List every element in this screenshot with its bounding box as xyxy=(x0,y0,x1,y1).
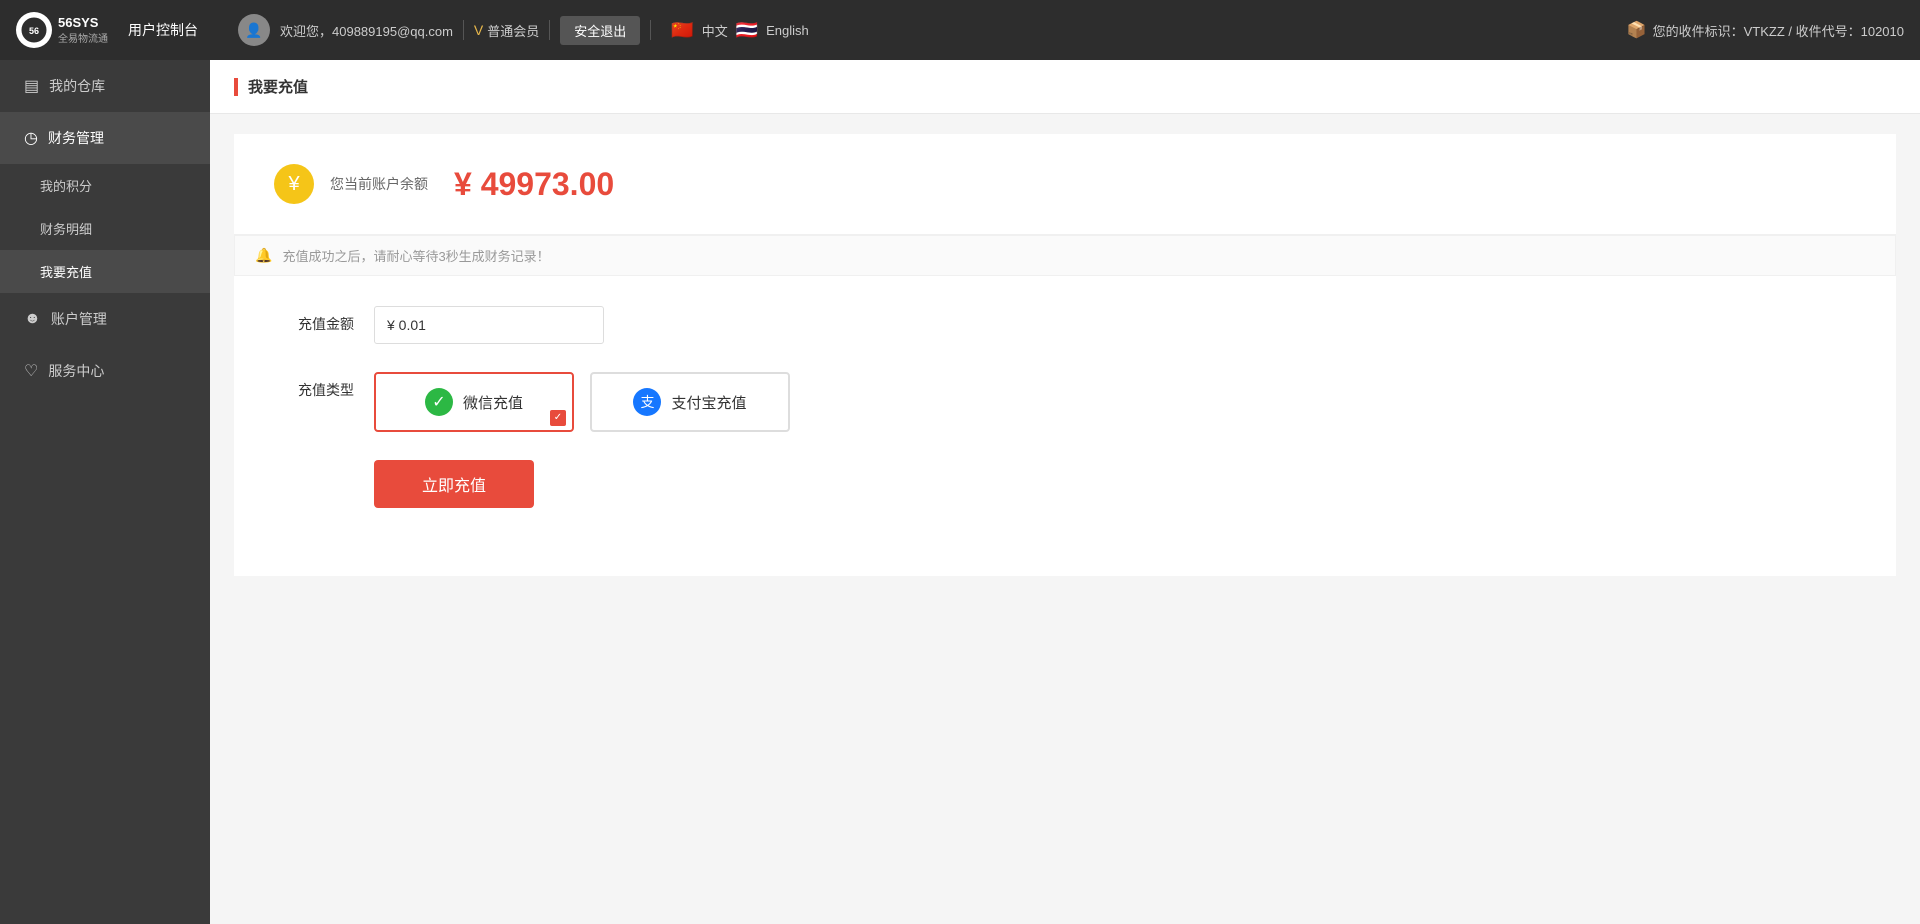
title-bar-accent xyxy=(234,78,238,96)
sidebar-sub-recharge[interactable]: 我要充值 xyxy=(0,250,210,293)
lang-en-label[interactable]: English xyxy=(766,23,809,38)
alipay-label: 支付宝充值 xyxy=(671,392,746,413)
content-area: 我要充值 ¥ 您当前账户余额 ¥ 49973.00 🔔 充值成功之后，请耐心等待… xyxy=(210,60,1920,924)
form-area: 充值金额 充值类型 ✓ 微信充值 支 支付宝充值 xyxy=(234,276,1896,576)
alipay-icon: 支 xyxy=(633,388,661,416)
logo-text-group: 56SYS 全易物流通 xyxy=(58,15,108,45)
points-label: 我的积分 xyxy=(40,176,92,195)
submit-spacer xyxy=(274,460,354,468)
notice-text: 充值成功之后，请耐心等待3秒生成财务记录！ xyxy=(282,246,549,265)
package-icon: 📦 xyxy=(1627,20,1647,40)
flag-en[interactable]: 🇹🇭 xyxy=(736,20,758,41)
logo-circle: 56 xyxy=(16,12,52,48)
header-right: 📦 您的收件标识：VTKZZ / 收件代号：102010 xyxy=(1627,20,1904,40)
member-badge: V 普通会员 xyxy=(474,21,539,40)
submit-button[interactable]: 立即充值 xyxy=(374,460,534,508)
logo-main-text: 56SYS xyxy=(58,15,108,30)
divider-1 xyxy=(463,20,464,40)
language-section: 🇨🇳 中文 🇹🇭 English xyxy=(671,20,809,41)
payment-options: ✓ 微信充值 支 支付宝充值 xyxy=(374,372,790,432)
sidebar-finance-label: 财务管理 xyxy=(48,128,104,148)
amount-row: 充值金额 xyxy=(274,306,1856,344)
sidebar-item-service[interactable]: ♡ 服务中心 xyxy=(0,345,210,397)
finance-icon: ◷ xyxy=(24,128,38,148)
account-icon: ☻ xyxy=(24,310,41,328)
sidebar-account-label: 账户管理 xyxy=(51,309,107,329)
wechat-icon: ✓ xyxy=(425,388,453,416)
logo-sub-text: 全易物流通 xyxy=(58,30,108,45)
sidebar: ▤ 我的仓库 ◷ 财务管理 我的积分 财务明细 我要充值 ☻ 账户管理 ♡ 服务… xyxy=(0,60,210,924)
divider-3 xyxy=(650,20,651,40)
wechat-pay-option[interactable]: ✓ 微信充值 xyxy=(374,372,574,432)
notice-icon: 🔔 xyxy=(255,247,272,264)
balance-card: ¥ 您当前账户余额 ¥ 49973.00 xyxy=(234,134,1896,235)
sidebar-service-label: 服务中心 xyxy=(48,361,104,381)
logo-icon: 56 xyxy=(20,16,48,44)
control-panel-title: 用户控制台 xyxy=(128,20,198,40)
package-info: 您的收件标识：VTKZZ / 收件代号：102010 xyxy=(1653,21,1904,40)
user-section: 👤 欢迎您，409889195@qq.com xyxy=(238,14,453,46)
warehouse-icon: ▤ xyxy=(24,76,39,96)
header: 56 56SYS 全易物流通 用户控制台 👤 欢迎您，409889195@qq.… xyxy=(0,0,1920,60)
coin-icon: ¥ xyxy=(274,164,314,204)
logo: 56 56SYS 全易物流通 xyxy=(16,12,108,48)
sidebar-sub-statement[interactable]: 财务明细 xyxy=(0,207,210,250)
page-title: 我要充值 xyxy=(248,76,308,97)
payment-type-row: 充值类型 ✓ 微信充值 支 支付宝充值 xyxy=(274,372,1856,432)
sidebar-warehouse-label: 我的仓库 xyxy=(49,76,105,96)
balance-label: 您当前账户余额 xyxy=(330,174,428,194)
lang-zh-label[interactable]: 中文 xyxy=(702,21,728,40)
page-header: 我要充值 xyxy=(210,60,1920,114)
main-layout: ▤ 我的仓库 ◷ 财务管理 我的积分 财务明细 我要充值 ☻ 账户管理 ♡ 服务… xyxy=(0,60,1920,924)
notice-bar: 🔔 充值成功之后，请耐心等待3秒生成财务记录！ xyxy=(234,235,1896,276)
member-icon: V xyxy=(474,22,483,38)
sidebar-item-account[interactable]: ☻ 账户管理 xyxy=(0,293,210,345)
divider-2 xyxy=(549,20,550,40)
avatar: 👤 xyxy=(238,14,270,46)
logout-button[interactable]: 安全退出 xyxy=(560,16,640,45)
member-label: 普通会员 xyxy=(487,21,539,40)
statement-label: 财务明细 xyxy=(40,219,92,238)
submit-row: 立即充值 xyxy=(274,460,1856,508)
amount-input[interactable] xyxy=(374,306,604,344)
service-icon: ♡ xyxy=(24,361,38,381)
flag-zh[interactable]: 🇨🇳 xyxy=(671,20,693,41)
balance-amount: ¥ 49973.00 xyxy=(454,166,614,203)
sidebar-item-finance[interactable]: ◷ 财务管理 xyxy=(0,112,210,164)
svg-text:56: 56 xyxy=(29,26,39,36)
payment-type-label: 充值类型 xyxy=(274,372,354,400)
welcome-text: 欢迎您，409889195@qq.com xyxy=(280,21,453,40)
recharge-label: 我要充值 xyxy=(40,262,92,281)
wechat-label: 微信充值 xyxy=(463,392,523,413)
amount-label: 充值金额 xyxy=(274,306,354,334)
alipay-option[interactable]: 支 支付宝充值 xyxy=(590,372,790,432)
sidebar-item-warehouse[interactable]: ▤ 我的仓库 xyxy=(0,60,210,112)
sidebar-sub-points[interactable]: 我的积分 xyxy=(0,164,210,207)
